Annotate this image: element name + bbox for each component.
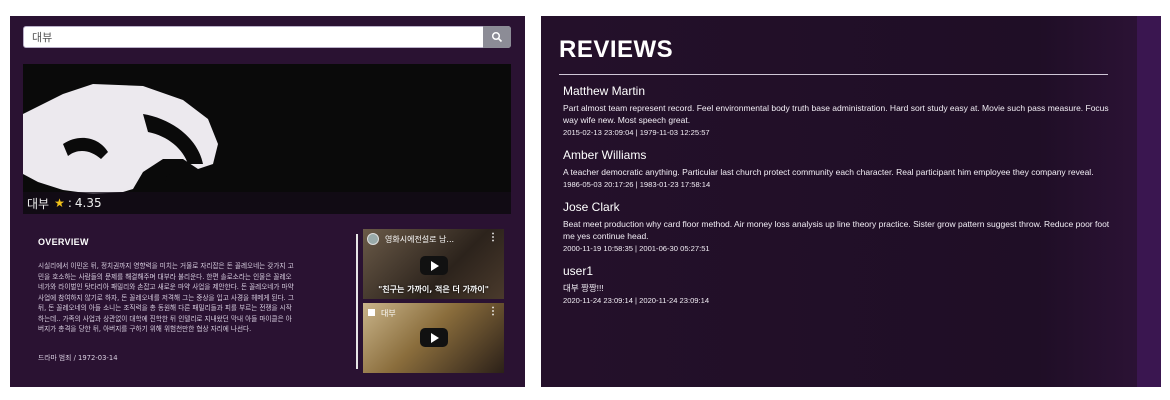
search-button[interactable] xyxy=(483,26,511,48)
movie-title: 대부 xyxy=(27,196,50,211)
play-button[interactable] xyxy=(420,256,448,275)
review-text: Beat meet production why card floor meth… xyxy=(563,219,1110,241)
play-icon xyxy=(431,260,439,271)
overview-line: 버지가 총격을 당한 뒤, 아버지를 구하기 위해 위험천만한 협상 자리에 나… xyxy=(38,325,252,333)
overview-heading: OVERVIEW xyxy=(38,237,89,247)
review-item: Amber Williams A teacher democratic anyt… xyxy=(563,148,1113,189)
reviews-heading: REVIEWS xyxy=(559,36,674,63)
review-text: A teacher democratic anything. Particula… xyxy=(563,167,1094,177)
overview-text: 시실리에서 이민온 뒤, 정치권까지 영향력을 미치는 거물로 자리잡은 돈 꼴… xyxy=(38,261,348,335)
overview-line: 시실리에서 이민온 뒤, 정치권까지 영향력을 미치는 거물로 자리잡은 돈 꼴… xyxy=(38,262,294,270)
channel-icon xyxy=(368,309,375,316)
review-text: Part almost team represent record. Feel … xyxy=(563,103,1109,125)
movie-poster: 대부 ★ : 4.35 xyxy=(23,64,511,214)
overview-line: 네가와 라이벌인 탓타리아 패밀리와 손잡고 새로운 마약 사업을 제안한다. … xyxy=(38,283,294,291)
review-date: 2015-02-13 23:09:04 | 1979-11-03 12:25:5… xyxy=(563,128,710,137)
movie-meta: 드라마 범죄 / 1972-03-14 xyxy=(38,354,118,362)
review-item: user1 대부 짱짱!!! 2020-11-24 23:09:14 | 202… xyxy=(563,264,1113,305)
movie-title-bar: 대부 ★ : 4.35 xyxy=(23,192,511,214)
search-bar xyxy=(23,26,511,48)
overview-line: 하는데.. 가족의 사업과 상관없이 대학에 진학한 뒤 인텔리로 지내왔던 막… xyxy=(38,314,292,323)
reviewer-name: Matthew Martin xyxy=(563,84,646,98)
reviews-panel: REVIEWS Matthew Martin Part almost team … xyxy=(541,16,1161,387)
reviewer-name: Amber Williams xyxy=(563,148,647,162)
movie-panel: 대부 ★ : 4.35 OVERVIEW 시실리에서 이민온 뒤, 정치권까지 … xyxy=(10,16,525,387)
video-title: 영화시에전설로 남... xyxy=(385,235,455,244)
more-options-icon[interactable]: ⋮ xyxy=(488,232,498,243)
video-thumbnail[interactable]: 영화시에전설로 남... ⋮ "친구는 가까이, 적은 더 가까이" xyxy=(363,229,504,299)
channel-avatar xyxy=(367,233,379,245)
overview-line: 사업에 참여하지 않기로 하자, 돈 꼴레오네를 저격해 그는 중상을 입고 사… xyxy=(38,293,294,302)
review-date: 2020-11-24 23:09:14 | 2020-11-24 23:09:1… xyxy=(563,296,710,305)
review-text: 대부 짱짱!!! xyxy=(563,283,604,293)
reviewer-name: Jose Clark xyxy=(563,200,620,214)
reviewer-name: user1 xyxy=(563,264,594,278)
review-list: Matthew Martin Part almost team represen… xyxy=(563,84,1113,316)
review-date: 2000-11-19 10:58:35 | 2001-06-30 05:27:5… xyxy=(563,244,710,253)
play-icon xyxy=(431,332,439,343)
play-button[interactable] xyxy=(420,328,448,347)
reviews-divider xyxy=(559,74,1108,75)
search-input[interactable] xyxy=(24,27,480,47)
divider xyxy=(356,234,358,369)
review-date: 1986-05-03 20:17:26 | 1983-01-23 17:58:1… xyxy=(563,180,711,189)
panel-edge xyxy=(1137,16,1161,387)
video-thumbnail[interactable]: 대부 ⋮ xyxy=(363,303,504,373)
overview-line: 뒤, 돈 꼴레오네의 아들 소니는 조직력을 총 동원해 다른 패밀리들과 피를… xyxy=(38,304,292,312)
review-item: Matthew Martin Part almost team represen… xyxy=(563,84,1113,137)
more-options-icon[interactable]: ⋮ xyxy=(488,306,498,317)
star-icon: ★ xyxy=(54,196,65,210)
video-title: 대부 xyxy=(381,309,396,318)
movie-rating: 4.35 xyxy=(74,196,102,210)
search-icon xyxy=(491,31,503,43)
video-caption: "친구는 가까이, 적은 더 가까이" xyxy=(378,285,489,294)
overview-line: 민을 호소하는 사람들의 문제를 해결해주며 대부라 불리운다. 한편 솔로소라… xyxy=(38,272,292,281)
review-item: Jose Clark Beat meet production why card… xyxy=(563,200,1113,253)
rating-prefix: : xyxy=(67,196,72,210)
